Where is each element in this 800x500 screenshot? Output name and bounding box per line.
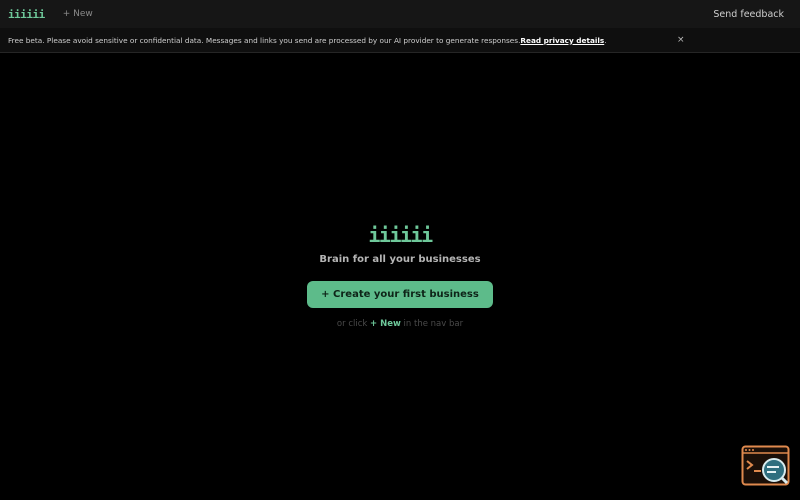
terminal-search-icon[interactable]: [741, 445, 790, 486]
send-feedback-button[interactable]: Send feedback: [713, 9, 784, 20]
privacy-details-link[interactable]: Read privacy details: [520, 36, 604, 45]
app-logo[interactable]: iiiiii: [8, 8, 45, 21]
hint-new-link[interactable]: + New: [370, 319, 401, 329]
create-first-business-button[interactable]: + Create your first business: [307, 281, 493, 308]
nav-hint: or click + New in the nav bar: [337, 319, 463, 329]
empty-state: iiiiii Brain for all your businesses + C…: [0, 222, 800, 329]
banner-text-suffix: .: [604, 35, 607, 45]
hint-prefix: or click: [336, 319, 371, 329]
brand-logo: iiiiii: [368, 223, 433, 247]
new-business-link[interactable]: + New: [63, 9, 93, 19]
tagline: Brain for all your businesses: [319, 254, 481, 265]
top-nav-bar: iiiiii + New Send feedback: [0, 0, 800, 28]
beta-notice-banner: Free beta. Please avoid sensitive or con…: [0, 28, 800, 53]
terminal-search-icon-graphic: [741, 445, 790, 486]
hint-suffix: in the nav bar: [400, 319, 464, 329]
close-icon[interactable]: ×: [677, 35, 685, 45]
banner-text: Free beta. Please avoid sensitive or con…: [8, 35, 521, 45]
